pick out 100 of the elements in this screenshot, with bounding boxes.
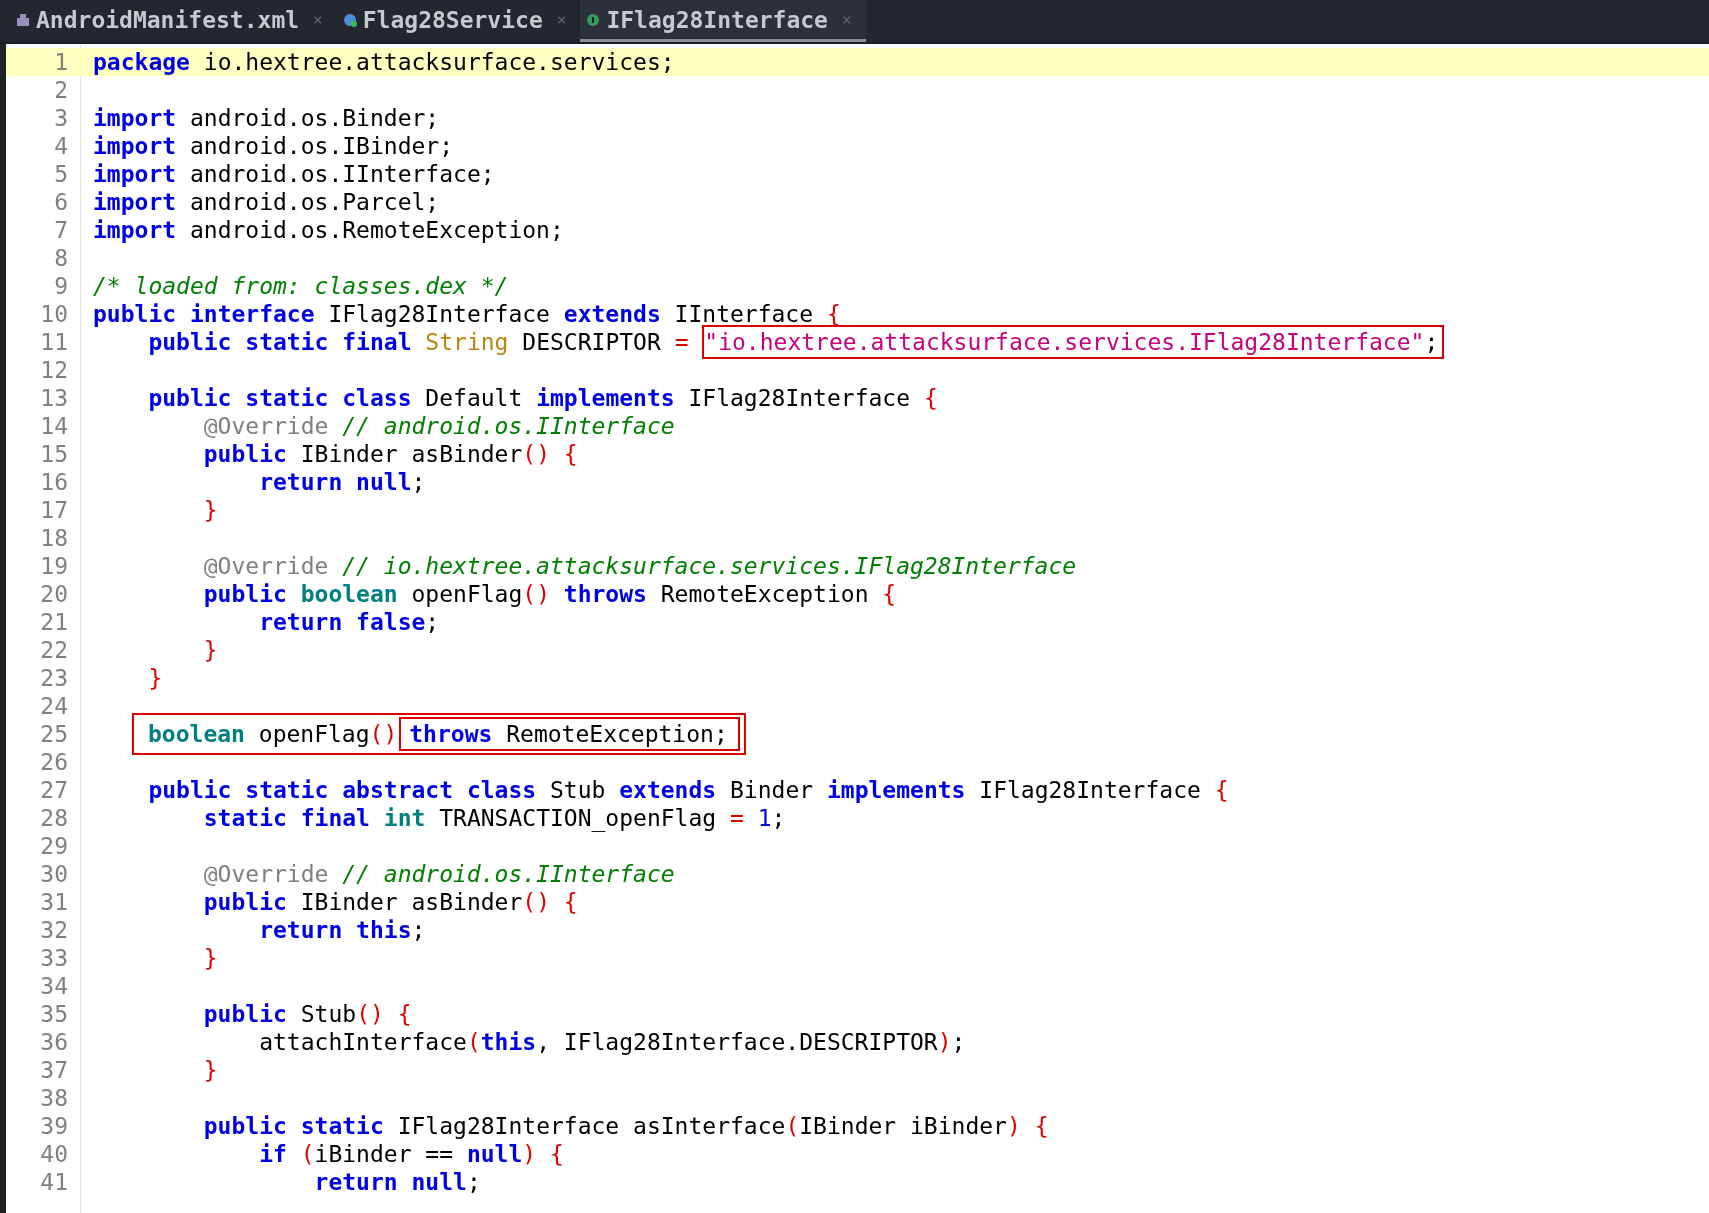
code-text: android.os.IBinder; [188,133,454,159]
line-number: 22 [39,637,68,663]
keyword: throws [409,721,493,747]
punctuation: } [202,1057,218,1083]
keyword: null [356,469,412,495]
line-number: 8 [53,245,68,271]
keyword: import [93,133,177,159]
keyword: public [202,441,287,467]
keyword: return [258,609,344,635]
line-number: 32 [39,917,68,943]
punctuation: } [202,497,218,523]
keyword: return [258,917,344,943]
keyword: interface [189,301,315,327]
code-text: IBinder iBinder [799,1113,1007,1139]
tab-label: AndroidManifest.xml [36,6,300,33]
line-number: 9 [53,273,68,299]
line-number: 10 [39,301,68,327]
keyword: implements [826,777,966,803]
line-number: 11 [39,329,68,355]
code-text: RemoteException [659,581,870,607]
punctuation: ( [466,1029,481,1055]
editor-tab[interactable]: AndroidManifest.xml × [10,0,337,42]
line-number: 38 [39,1085,68,1111]
line-number: 28 [39,805,68,831]
keyword: public [202,1113,288,1139]
code-comment: // io.hextree.attacksurface.services.IFlag28Interface [342,553,1077,579]
punctuation: ) { [522,1141,564,1167]
keyword: static [245,329,330,355]
editor-tab[interactable]: IFlag28Interface × [580,0,866,42]
keyword: this [356,917,412,943]
punctuation: ) { [1006,1113,1049,1139]
keyword: class [342,385,412,411]
keyword: public [202,581,288,607]
line-number: 30 [39,861,68,887]
keyword: static [245,385,330,411]
interface-file-icon [586,12,601,27]
line-number: 24 [39,693,68,719]
code-text: Default [424,385,524,411]
punctuation: { [882,581,897,607]
code-text: IFlag28Interface [327,301,551,327]
line-number: 2 [53,77,68,103]
keyword: if [258,1141,288,1167]
line-number: 31 [39,889,68,915]
line-number: 25 [39,721,68,747]
line-number: 37 [39,1057,68,1083]
punctuation: { [923,385,938,411]
editor-tab[interactable]: Flag28Service × [336,0,581,42]
code-text: ; [425,609,440,635]
keyword: package [93,49,190,75]
keyword: abstract [342,777,455,803]
keyword: this [480,1029,537,1055]
punctuation: () { [522,441,578,467]
keyword: public [202,889,287,915]
line-number: 1 [53,49,68,75]
punctuation: () { [522,889,578,915]
manifest-file-icon [16,12,30,27]
code-text: IFlag28Interface asInterface [396,1113,786,1139]
tab-label: IFlag28Interface [606,6,828,33]
line-number: 15 [39,441,68,467]
line-number: 20 [39,581,68,607]
keyword: false [356,609,426,635]
code-text: IFlag28Interface [687,385,912,411]
line-number: 18 [39,525,68,551]
code-text: ; [411,917,426,943]
keyword: public [93,301,178,327]
line-number: 21 [39,609,68,635]
line-number: 39 [39,1113,68,1139]
class-file-icon [342,12,357,27]
code-text: RemoteException; [505,721,728,747]
tab-label: Flag28Service [362,6,543,33]
keyword: static [245,777,330,803]
keyword: extends [563,301,661,327]
line-number: 33 [39,945,68,971]
punctuation: { [1214,777,1229,803]
line-number: 17 [39,497,68,523]
code-text: Stub [549,777,607,803]
code-text: iBinder == [314,1141,455,1167]
punctuation: { [826,301,841,327]
code-text: ; [466,1169,481,1195]
punctuation: () [369,721,398,747]
punctuation: ( [300,1141,315,1167]
code-text: IInterface [673,301,815,327]
line-number: 41 [39,1169,68,1195]
keyword: import [93,105,177,131]
line-number: 26 [39,749,68,775]
line-number: 3 [53,105,68,131]
punctuation: } [147,665,163,691]
punctuation: ) [937,1029,952,1055]
code-text: ; [771,805,786,831]
keyword: static [300,1113,384,1139]
line-number: 19 [39,553,68,579]
code-comment: // android.os.IInterface [342,861,675,887]
keyword: final [300,805,371,831]
keyword: extends [619,777,717,803]
line-number: 29 [39,833,68,859]
code-text: ; [1424,329,1439,355]
keyword: return [258,469,344,495]
code-comment: /* loaded from: classes.dex */ [93,273,509,299]
code-text: , IFlag28Interface.DESCRIPTOR [536,1029,938,1055]
code-text: io.hextree.attacksurface.services; [202,49,675,75]
